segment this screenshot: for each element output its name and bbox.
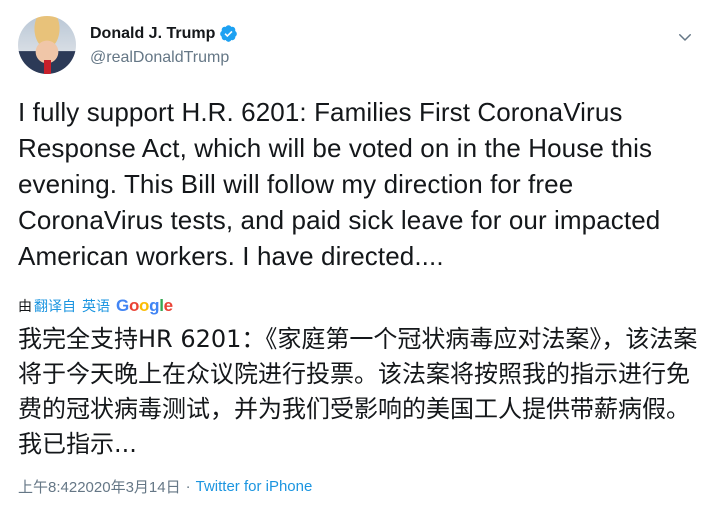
author-handle[interactable]: @realDonaldTrump (90, 49, 238, 67)
source-language-link[interactable]: 英语 (82, 296, 110, 316)
tweet-metadata: 上午8:42 2020年3月14日 · Twitter for iPhone (18, 476, 712, 497)
tweet-text: I fully support H.R. 6201: Families Firs… (18, 97, 661, 271)
verified-badge-icon (220, 25, 238, 42)
tweet-source-link[interactable]: Twitter for iPhone (196, 478, 313, 495)
translation-attribution: 由 翻译自 英语 Google (18, 294, 712, 318)
translated-tweet-text: 我完全支持HR 6201：《家庭第一个冠状病毒应对法案》，该法案将于今天晚上在众… (18, 325, 698, 458)
author-display-name-row[interactable]: Donald J. Trump (90, 24, 238, 43)
translate-link[interactable]: 翻译自 (34, 296, 76, 316)
chevron-down-icon[interactable] (676, 28, 694, 46)
tweet-card: Donald J. Trump @realDonaldTrump I fully… (0, 0, 712, 528)
google-logo: Google (116, 296, 173, 315)
translation-by-label: 由 (18, 299, 32, 315)
author-display-name[interactable]: Donald J. Trump (90, 25, 215, 43)
tweet-header: Donald J. Trump @realDonaldTrump (18, 16, 712, 82)
avatar-tie-detail (44, 60, 51, 74)
author-avatar[interactable] (18, 16, 76, 74)
author-names[interactable]: Donald J. Trump @realDonaldTrump (90, 24, 238, 67)
meta-separator: · (185, 478, 191, 495)
tweet-date[interactable]: 2020年3月14日 (77, 476, 180, 497)
tweet-time[interactable]: 上午8:42 (18, 476, 77, 497)
